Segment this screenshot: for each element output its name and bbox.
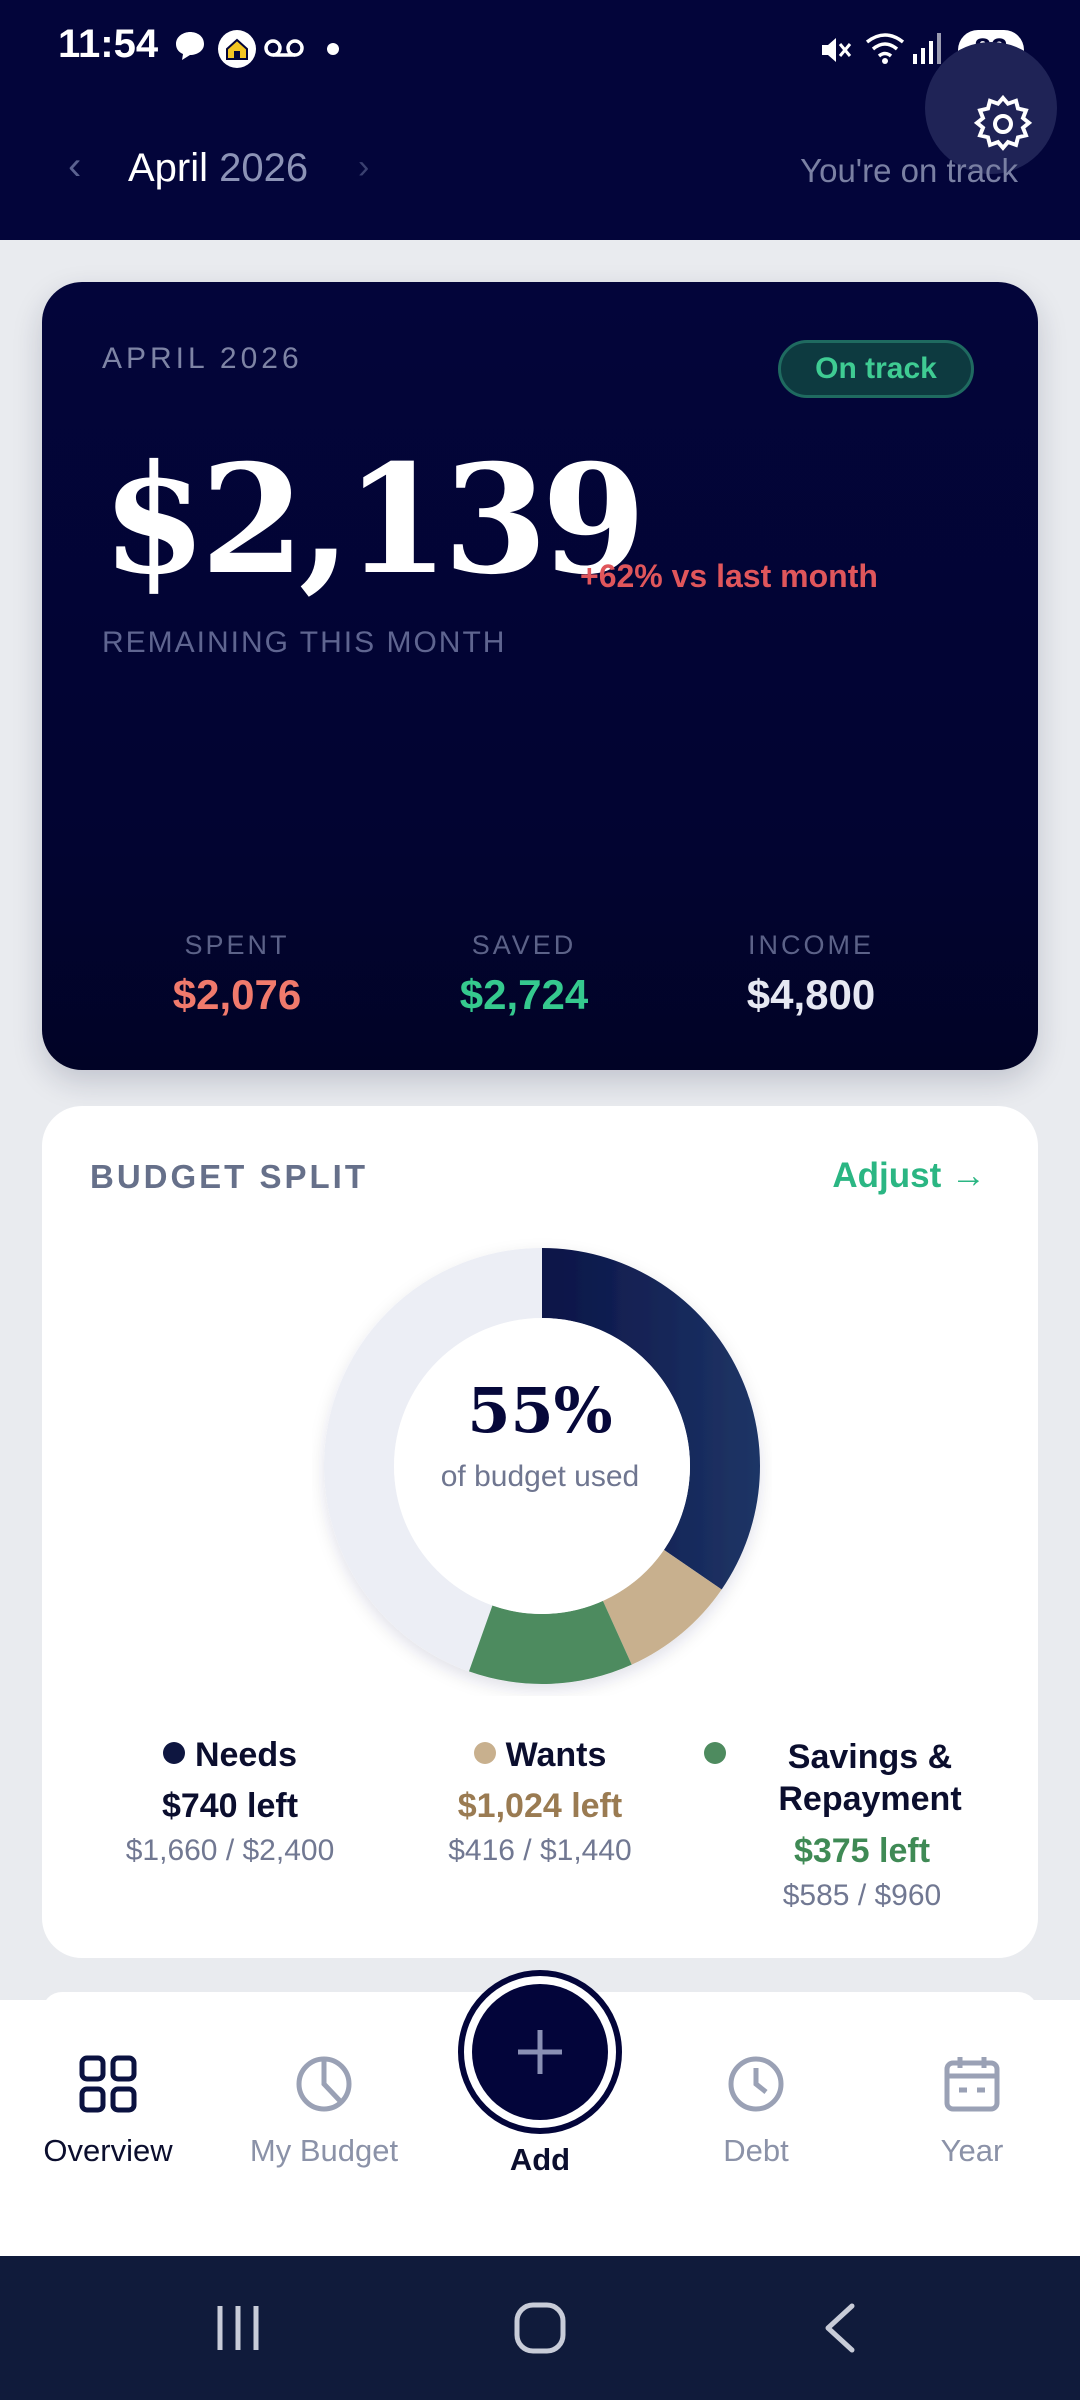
- needs-color-dot: [162, 1742, 185, 1764]
- dot-icon: [327, 43, 339, 55]
- income-stat: INCOME $4,800: [661, 930, 961, 1019]
- needs-detail: $1,660 / $2,400: [125, 1834, 335, 1867]
- savings-detail: $585 / $960: [782, 1879, 942, 1912]
- home-icon[interactable]: [512, 2300, 568, 2356]
- month-year: 2026: [219, 146, 309, 190]
- income-label: INCOME: [748, 930, 874, 960]
- back-icon[interactable]: [814, 2300, 870, 2356]
- income-value: $4,800: [746, 971, 876, 1018]
- month-change: +62% vs last month: [580, 558, 878, 594]
- track-status-text: You're on track: [800, 152, 1018, 189]
- month-name: April: [128, 146, 209, 190]
- next-month-button[interactable]: ›: [358, 148, 369, 187]
- nav-year-label: Year: [940, 2133, 1004, 2168]
- spent-value: $2,076: [172, 971, 302, 1018]
- calendar-icon: [944, 2057, 1000, 2112]
- month-selector: April 2026: [128, 146, 308, 191]
- wants-name: Wants: [505, 1736, 607, 1774]
- mute-icon: [822, 38, 852, 62]
- nav-my-budget-label: My Budget: [249, 2133, 399, 2168]
- home-app-icon: [218, 30, 256, 68]
- remaining-amount: $2,139: [102, 432, 646, 608]
- spent-label: SPENT: [184, 930, 290, 960]
- remaining-label: REMAINING THIS MONTH: [102, 626, 507, 659]
- status-time: 11:54: [58, 22, 159, 66]
- savings-color-dot: [704, 1742, 726, 1764]
- app-header: 11:54 83: [0, 0, 1080, 240]
- wifi-icon: [865, 33, 905, 64]
- budget-used-percent: 55%: [467, 1374, 613, 1447]
- wants-left: $1,024 left: [457, 1787, 623, 1825]
- wants-color-dot: [473, 1742, 496, 1764]
- plus-icon: [518, 2030, 562, 2074]
- bottom-navigation: Overview My Budget Add Debt Year: [0, 1970, 1080, 2256]
- wants-detail: $416 / $1,440: [448, 1834, 632, 1867]
- nav-overview[interactable]: Overview: [8, 2054, 208, 2169]
- nav-overview-label: Overview: [43, 2133, 173, 2168]
- system-navigation-bar: [0, 2256, 1080, 2400]
- nav-year[interactable]: Year: [872, 2054, 1072, 2169]
- savings-name: Savings & Repayment: [778, 1738, 962, 1818]
- budget-split-card: BUDGET SPLIT Adjust → 55% of budget used…: [42, 1106, 1038, 1958]
- prev-month-button[interactable]: ‹: [68, 144, 81, 189]
- budget-used-label: of budget used: [440, 1460, 640, 1493]
- budget-split-title: BUDGET SPLIT: [90, 1158, 369, 1195]
- legend-wants: Wants $1,024 left $416 / $1,440: [390, 1736, 690, 1868]
- voicemail-icon: [264, 39, 304, 57]
- clock-icon: [728, 2056, 784, 2112]
- remaining-summary-card: APRIL 2026 On track $2,139 +62% vs last …: [42, 282, 1038, 1070]
- chevron-right-icon: ›: [358, 148, 370, 186]
- legend-savings: Savings & Repayment $375 left $585 / $96…: [690, 1736, 990, 1913]
- status-badge: On track: [778, 340, 974, 398]
- saved-label: SAVED: [471, 930, 577, 960]
- needs-name: Needs: [194, 1736, 298, 1774]
- chevron-left-icon: ‹: [68, 144, 82, 188]
- saved-value: $2,724: [459, 971, 589, 1018]
- add-button[interactable]: [458, 1970, 622, 2134]
- recent-apps-icon[interactable]: [210, 2300, 266, 2356]
- adjust-button[interactable]: Adjust →: [832, 1156, 986, 1196]
- grid-icon: [79, 2055, 137, 2113]
- nav-debt-label: Debt: [723, 2133, 789, 2168]
- card-month-label: APRIL 2026: [102, 342, 303, 375]
- needs-left: $740 left: [161, 1787, 299, 1825]
- nav-debt[interactable]: Debt: [656, 2054, 856, 2169]
- nav-my-budget[interactable]: My Budget: [224, 2054, 424, 2169]
- pie-chart-icon: [296, 2056, 352, 2112]
- savings-left: $375 left: [793, 1832, 931, 1870]
- chat-bubble-icon: [176, 32, 204, 60]
- saved-stat: SAVED $2,724: [374, 930, 674, 1019]
- add-label: Add: [509, 2142, 571, 2177]
- spent-stat: SPENT $2,076: [87, 930, 387, 1019]
- legend-needs: Needs $740 left $1,660 / $2,400: [80, 1736, 380, 1868]
